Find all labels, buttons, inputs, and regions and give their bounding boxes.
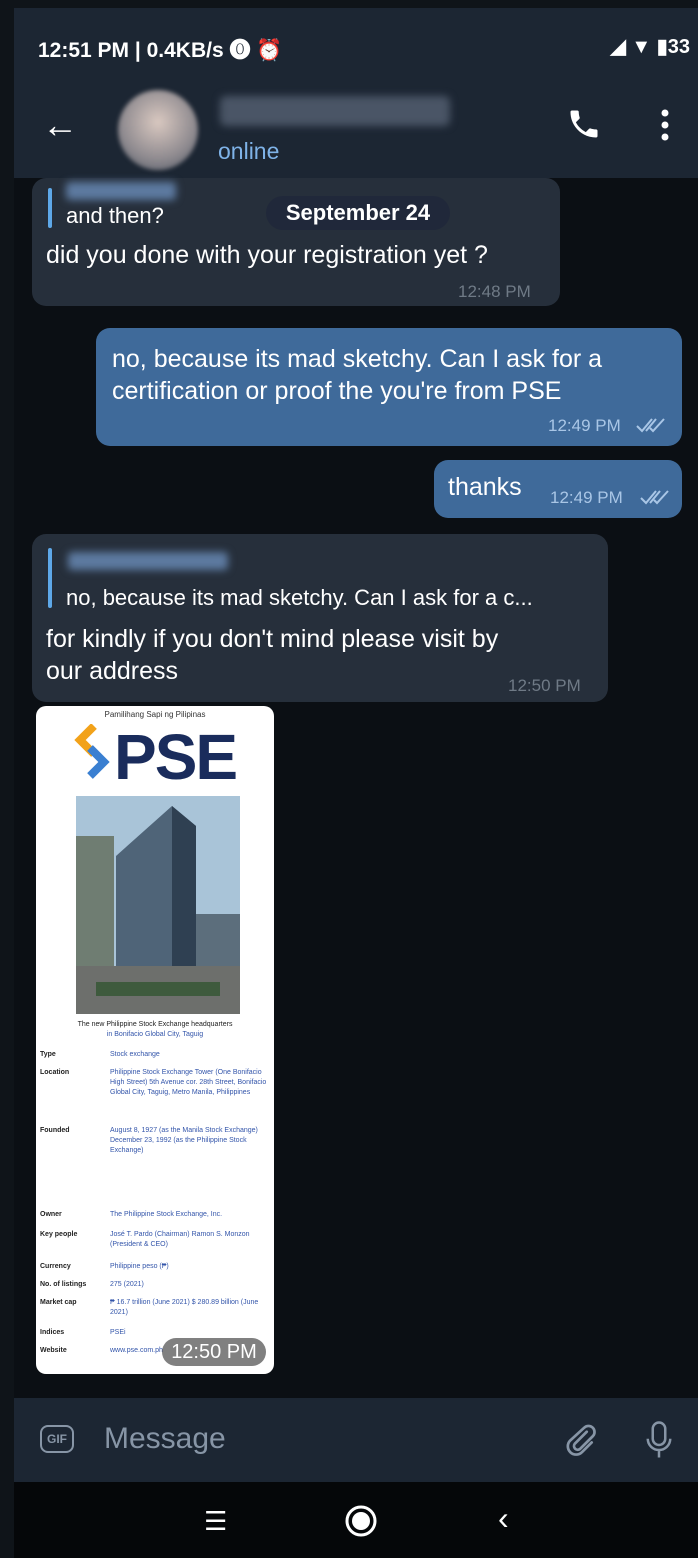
paperclip-icon[interactable] (562, 1420, 598, 1460)
message-time: 12:49 PM (550, 488, 623, 507)
message-text-line1: no, because its mad sketchy. Can I ask f… (112, 345, 603, 373)
message-input[interactable]: Message (104, 1422, 226, 1456)
reply-indicator (48, 188, 52, 228)
infobox-value: 275 (2021) (110, 1281, 144, 1288)
infobox-key: Currency (40, 1263, 71, 1270)
reply-preview: no, because its mad sketchy. Can I ask f… (66, 585, 533, 610)
message-bubble-outgoing[interactable]: thanks 12:49 PM (434, 460, 682, 518)
infobox-value: August 8, 1927 (as the Manila Stock Exch… (110, 1127, 258, 1154)
image-message[interactable]: Pamilihang Sapi ng Pilipinas PSE The new… (36, 706, 274, 1374)
gif-button[interactable]: GIF (40, 1425, 74, 1453)
double-check-icon (640, 490, 669, 505)
reply-author-redacted (66, 182, 176, 200)
infobox-key: Key people (40, 1231, 78, 1238)
avatar[interactable] (118, 90, 198, 170)
contact-name-redacted[interactable] (220, 96, 450, 126)
chat-area[interactable]: and then? did you done with your registr… (14, 178, 698, 1398)
message-bubble-outgoing[interactable]: no, because its mad sketchy. Can I ask f… (96, 328, 682, 446)
infobox-key: Website (40, 1347, 67, 1354)
reply-author-redacted (68, 552, 228, 570)
infobox-key: Market cap (40, 1299, 77, 1306)
phone-screen: 12:51 PM | 0.4KB/s ⓿ ⏰ ◢ ▼ ▮33 ← online … (14, 8, 698, 1558)
message-time: 12:49 PM (548, 416, 621, 435)
infobox-value: Philippine Stock Exchange Tower (One Bon… (110, 1069, 267, 1096)
date-separator: September 24 (266, 196, 450, 230)
more-vert-icon[interactable] (660, 108, 670, 142)
message-time: 12:50 PM (508, 676, 581, 695)
message-text-line1: for kindly if you don't mind please visi… (46, 625, 499, 653)
pse-logo-text: PSE (114, 721, 238, 793)
caption-line1: The new Philippine Stock Exchange headqu… (77, 1021, 233, 1028)
infobox-key: Location (40, 1069, 70, 1076)
infobox-key: No. of listings (40, 1281, 87, 1288)
infobox-key: Owner (40, 1211, 62, 1218)
message-bubble-incoming[interactable]: no, because its mad sketchy. Can I ask f… (32, 534, 608, 702)
caption-line2: in Bonifacio Global City, Taguig (106, 1031, 204, 1038)
chat-header: ← online (14, 74, 698, 178)
infobox-value: José T. Pardo (Chairman) Ramon S. Monzon… (110, 1231, 250, 1248)
infobox-value: Stock exchange (110, 1051, 160, 1058)
double-check-icon (636, 418, 665, 433)
message-text-line2: certification or proof the you're from P… (112, 377, 562, 405)
infobox-value: PSEi (110, 1329, 126, 1336)
infobox-value: The Philippine Stock Exchange, Inc. (110, 1211, 223, 1218)
recent-apps-icon[interactable]: ☰ (204, 1506, 227, 1537)
building-photo (76, 796, 240, 1014)
message-text-line2: our address (46, 657, 179, 685)
phone-icon[interactable] (566, 106, 602, 142)
reply-indicator (48, 548, 52, 608)
infobox-key: Type (40, 1051, 56, 1058)
reply-preview: and then? (66, 203, 164, 228)
image-caption: The new Philippine Stock Exchange headqu… (40, 1020, 270, 1040)
infobox-value: ₱ 16.7 trillion (June 2021) $ 280.89 bil… (110, 1299, 259, 1316)
message-time: 12:48 PM (458, 282, 531, 301)
image-header-text: Pamilihang Sapi ng Pilipinas (104, 710, 206, 719)
image-time: 12:50 PM (162, 1338, 266, 1366)
back-chevron-icon[interactable]: ‹ (498, 1500, 509, 1537)
microphone-icon[interactable] (644, 1420, 674, 1460)
arrow-left-icon[interactable]: ← (42, 104, 78, 146)
status-time: 12:51 PM | 0.4KB/s ⓿ ⏰ (38, 39, 283, 62)
status-bar: 12:51 PM | 0.4KB/s ⓿ ⏰ ◢ ▼ ▮33 (14, 8, 698, 74)
message-text: thanks (448, 473, 522, 501)
message-text: did you done with your registration yet … (46, 241, 488, 269)
message-input-bar: GIF Message (14, 1398, 698, 1482)
presence-status: online (218, 138, 280, 164)
home-circle-icon[interactable] (344, 1504, 378, 1538)
infobox-key: Founded (40, 1127, 70, 1134)
infobox-key: Indices (40, 1329, 65, 1336)
infobox-value: Philippine peso (₱) (110, 1263, 169, 1270)
pse-logo-icon (74, 724, 110, 779)
system-nav-bar: ☰ ‹ (14, 1482, 698, 1558)
status-icons: ◢ ▼ ▮33 (610, 36, 690, 58)
